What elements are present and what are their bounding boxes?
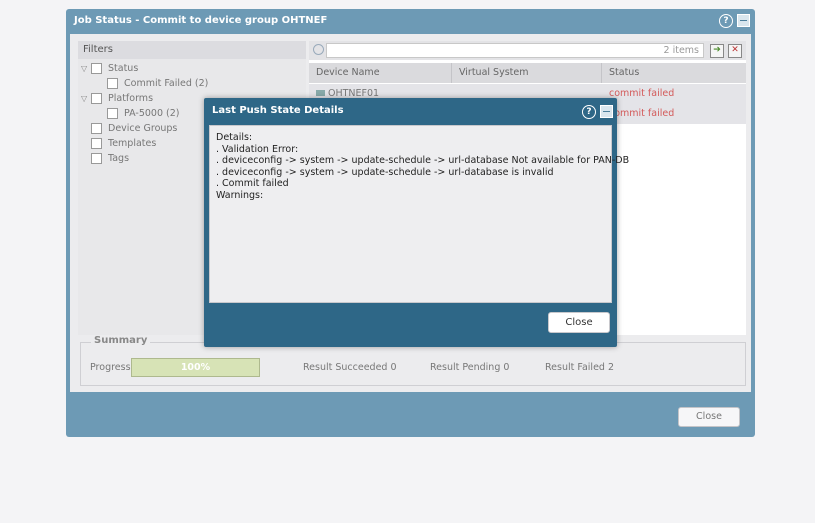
checkbox[interactable] [91,123,102,134]
checkbox[interactable] [91,93,102,104]
checkbox[interactable] [91,63,102,74]
cell-status: commit failed [609,108,675,119]
filter-label: PA-5000 (2) [124,108,180,119]
progress-bar: 100% [131,358,260,377]
push-state-title: Last Push State Details [212,105,344,116]
search-icon [313,44,324,55]
checkbox[interactable] [107,78,118,89]
minimize-icon[interactable] [737,14,750,27]
filter-commit-failed[interactable]: Commit Failed (2) [81,76,208,91]
details-line: . deviceconfig -> system -> update-sched… [216,155,630,167]
progress-label: Progress [90,362,131,373]
help-icon[interactable]: ? [719,14,733,28]
filter-pa-5000[interactable]: PA-5000 (2) [81,106,208,121]
cell-status: commit failed [609,88,675,99]
filter-tree: ▽ Status Commit Failed (2) ▽ Platforms PA-… [81,61,208,166]
progress-value: 100% [180,362,211,373]
filter-label: Templates [108,138,157,149]
column-virtual-system[interactable]: Virtual System [452,63,602,83]
details-line: . deviceconfig -> system -> update-sched… [216,166,554,178]
filter-tags[interactable]: Tags [81,151,208,166]
filters-header: Filters [78,41,306,59]
checkbox[interactable] [107,108,118,119]
minimize-icon[interactable] [600,105,613,118]
filter-templates[interactable]: Templates [81,136,208,151]
result-pending: Result Pending 0 [430,362,510,373]
push-state-dialog: Last Push State Details ? Details: . Val… [204,98,630,347]
column-status[interactable]: Status [602,63,746,83]
close-button[interactable]: Close [678,407,740,427]
filter-label: Platforms [108,93,154,104]
filter-label: Device Groups [108,123,178,134]
job-status-title: Job Status - Commit to device group OHTN… [74,15,328,26]
help-icon[interactable]: ? [582,105,596,119]
details-line: . Validation Error: [216,143,299,155]
filter-label: Tags [108,153,130,164]
filter-status[interactable]: ▽ Status [81,61,208,76]
filter-label: Commit Failed (2) [124,78,209,89]
filter-label: Status [108,63,139,74]
checkbox[interactable] [91,138,102,149]
apply-filter-icon[interactable]: ➔ [710,44,724,58]
details-line: Details: [216,132,253,143]
result-succeeded: Result Succeeded 0 [303,362,397,373]
close-button[interactable]: Close [548,312,610,333]
clear-filter-icon[interactable]: ✕ [728,44,742,58]
column-device-name[interactable]: Device Name [309,63,452,83]
filter-platforms[interactable]: ▽ Platforms [81,91,208,106]
summary-group: Summary Progress 100% Result Succeeded 0… [80,335,746,386]
table-header: Device Name Virtual System Status [309,63,746,83]
details-line: . Commit failed [216,178,289,190]
item-count: 2 items [663,45,699,56]
expand-icon[interactable]: ▽ [81,91,91,106]
checkbox[interactable] [91,153,102,164]
table-toolbar: 2 items ➔ ✕ [309,41,746,60]
filter-device-groups[interactable]: Device Groups [81,121,208,136]
details-line: Warnings: [216,189,264,201]
expand-icon[interactable]: ▽ [81,61,91,76]
push-state-details: Details: . Validation Error: . devicecon… [209,125,630,303]
search-input[interactable]: 2 items [326,43,704,58]
summary-title: Summary [91,335,151,346]
result-failed: Result Failed 2 [545,362,615,373]
device-icon [316,90,325,96]
